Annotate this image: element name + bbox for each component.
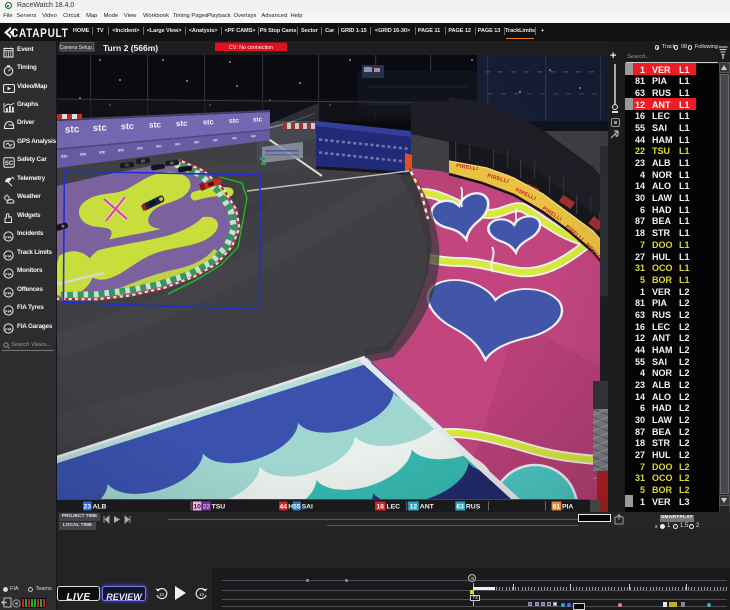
svg-text:RUS: RUS (466, 504, 481, 511)
svg-text:SC: SC (5, 161, 14, 167)
svg-text:CV: No connection: CV: No connection (229, 45, 273, 51)
svg-text:44: 44 (280, 504, 288, 511)
svg-text:Camera Setup..: Camera Setup.. (59, 45, 94, 51)
svg-text:SAI: SAI (302, 504, 313, 511)
svg-text:TSU: TSU (212, 504, 226, 511)
svg-text:55: 55 (293, 504, 301, 511)
svg-text:10: 10 (199, 592, 205, 597)
svg-text:Turn 2 (566m): Turn 2 (566m) (103, 43, 158, 53)
svg-text:63: 63 (456, 504, 464, 511)
svg-text:FIA: FIA (5, 290, 12, 295)
svg-text:12: 12 (410, 504, 418, 511)
svg-text:FIA: FIA (5, 308, 12, 313)
svg-text:16: 16 (377, 504, 385, 511)
svg-text:ALB: ALB (93, 504, 107, 511)
svg-text:10: 10 (193, 504, 201, 511)
svg-text:FIA: FIA (5, 253, 12, 258)
svg-text:FIA: FIA (5, 327, 12, 332)
svg-text:ANT: ANT (420, 504, 435, 511)
svg-text:81: 81 (553, 504, 561, 511)
svg-text:LEC: LEC (387, 504, 401, 511)
svg-text:10: 10 (159, 592, 165, 597)
svg-text:PIA: PIA (562, 504, 573, 511)
svg-text:FIA: FIA (5, 234, 12, 239)
svg-text:22: 22 (203, 504, 211, 511)
svg-text:FIA: FIA (5, 271, 12, 276)
svg-text:23: 23 (83, 504, 91, 511)
